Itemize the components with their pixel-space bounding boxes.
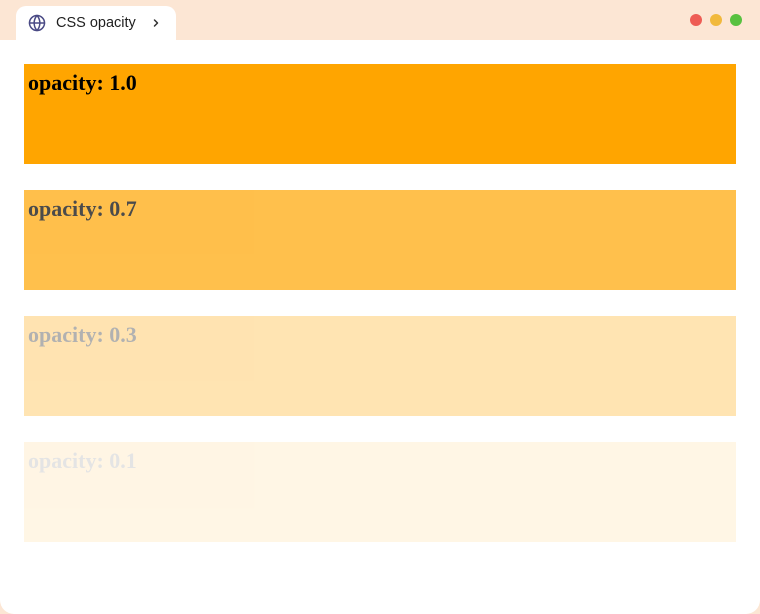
tab-bar: CSS opacity — [0, 0, 760, 40]
opacity-box: opacity: 0.1 — [24, 442, 736, 542]
globe-icon — [28, 14, 46, 32]
opacity-box: opacity: 0.3 — [24, 316, 736, 416]
window-maximize-button[interactable] — [730, 14, 742, 26]
chevron-right-icon — [150, 17, 162, 29]
page-content: opacity: 1.0 opacity: 0.7 opacity: 0.3 o… — [0, 40, 760, 614]
opacity-label: opacity: 0.7 — [28, 196, 137, 221]
window-minimize-button[interactable] — [710, 14, 722, 26]
browser-tab[interactable]: CSS opacity — [16, 6, 176, 40]
opacity-box: opacity: 1.0 — [24, 64, 736, 164]
tab-title: CSS opacity — [56, 15, 136, 31]
opacity-label: opacity: 1.0 — [28, 70, 137, 95]
opacity-box: opacity: 0.7 — [24, 190, 736, 290]
window-close-button[interactable] — [690, 14, 702, 26]
opacity-label: opacity: 0.1 — [28, 448, 137, 473]
opacity-label: opacity: 0.3 — [28, 322, 137, 347]
window-controls — [690, 14, 742, 26]
